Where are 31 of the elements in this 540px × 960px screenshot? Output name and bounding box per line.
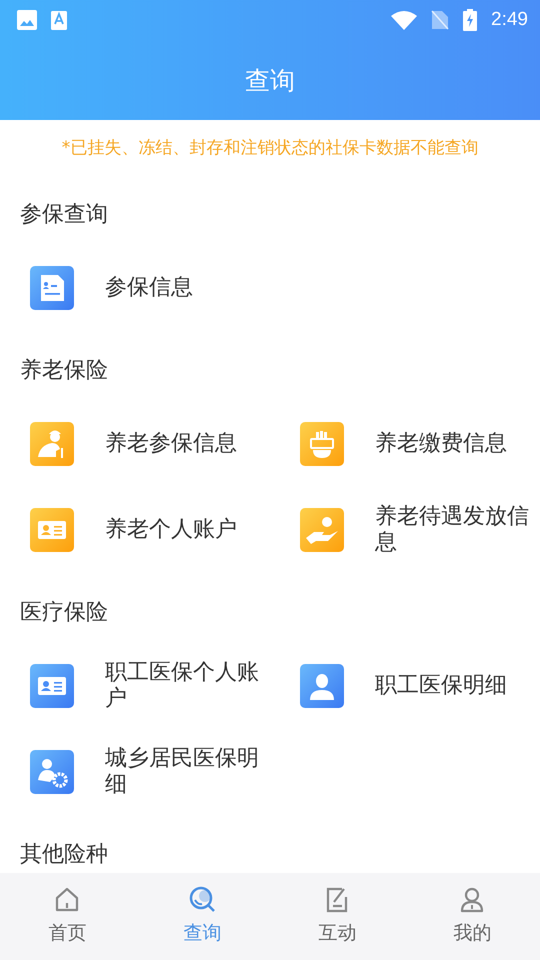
tab[interactable]: 首页: [0, 873, 135, 960]
section-heading: 养老保险: [19, 357, 109, 385]
menu-item[interactable]: 职工医保个人账户: [105, 660, 270, 712]
menu-item[interactable]: 城乡居民医保明细: [105, 746, 270, 798]
id-card-icon: [30, 508, 74, 552]
section-heading: 其他险种: [19, 841, 109, 869]
notice-text: *已挂失、冻结、封存和注销状态的社保卡数据不能查询: [62, 137, 478, 159]
elderly-person-icon: [30, 422, 74, 466]
menu-item[interactable]: 养老个人账户: [105, 517, 270, 543]
wifi-icon: [391, 10, 418, 30]
menu-item[interactable]: 养老待遇发放信息: [375, 504, 540, 556]
image-icon: [17, 10, 37, 30]
menu-item[interactable]: 养老缴费信息: [375, 431, 540, 457]
id-card-icon: [30, 664, 74, 708]
page-title: 查询: [245, 64, 295, 96]
tab[interactable]: 互动: [270, 873, 405, 960]
people-gear-icon: [30, 750, 74, 794]
document-icon: [30, 266, 74, 310]
person-bust-icon: [300, 664, 344, 708]
section-heading: 医疗保险: [19, 599, 109, 627]
battery-charging-icon: [463, 9, 478, 31]
menu-item[interactable]: 养老参保信息: [105, 431, 270, 457]
tab[interactable]: 我的: [405, 873, 540, 960]
clock: 2:49: [491, 9, 528, 31]
menu-item[interactable]: 职工医保明细: [375, 673, 540, 699]
no-sim-icon: [431, 10, 450, 30]
search-icon: [188, 886, 216, 914]
section-heading: 参保查询: [19, 201, 109, 229]
text-icon: [51, 10, 67, 30]
hand-coin-icon: [300, 508, 344, 552]
menu-item[interactable]: 参保信息: [105, 275, 270, 301]
